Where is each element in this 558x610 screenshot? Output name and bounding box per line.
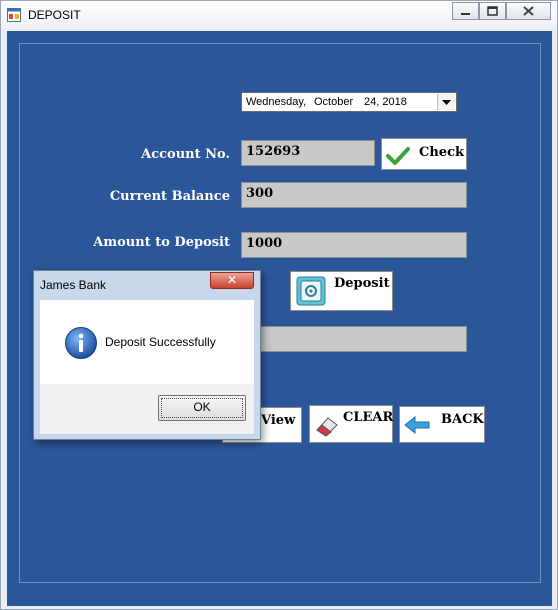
dialog-title: James Bank: [40, 278, 107, 292]
minimize-button[interactable]: [452, 2, 479, 20]
back-button[interactable]: BACK: [399, 406, 485, 443]
date-dropdown-button[interactable]: [437, 94, 455, 110]
info-icon: [65, 327, 97, 359]
date-day: Wednesday,: [246, 96, 307, 108]
date-picker[interactable]: Wednesday, October 24, 2018: [241, 92, 457, 112]
window-title: DEPOSIT: [28, 8, 81, 22]
date-day-year: 24, 2018: [364, 96, 407, 108]
close-button[interactable]: [506, 2, 551, 20]
close-icon: ✕: [226, 273, 238, 287]
view-button-label: View: [261, 413, 296, 428]
amount-to-deposit-field[interactable]: 1000: [241, 232, 467, 258]
safe-icon: [296, 276, 326, 306]
message-dialog: James Bank ✕ Deposit Successfully OK: [33, 270, 261, 440]
close-icon: [523, 6, 534, 16]
deposit-button[interactable]: Deposit: [290, 271, 393, 311]
dialog-body: Deposit Successfully OK: [40, 300, 254, 434]
account-number-field[interactable]: 152693: [241, 140, 375, 166]
ok-button-label: OK: [193, 400, 211, 414]
back-button-label: BACK: [441, 412, 484, 427]
date-month: October: [314, 96, 354, 108]
checkmark-icon: [386, 147, 410, 165]
check-button-label: Check: [419, 145, 464, 160]
title-bar[interactable]: DEPOSIT: [1, 1, 557, 29]
check-button[interactable]: Check: [381, 138, 467, 170]
eraser-icon: [316, 417, 338, 437]
app-form-icon: [7, 8, 21, 22]
clear-button[interactable]: CLEAR: [309, 405, 393, 443]
maximize-button[interactable]: [479, 2, 506, 20]
maximize-icon: [487, 6, 498, 16]
current-balance-label: Current Balance: [109, 189, 230, 204]
arrow-left-icon: [404, 415, 430, 435]
deposit-button-label: Deposit: [334, 276, 390, 291]
clear-button-label: CLEAR: [343, 410, 394, 425]
account-number-label: Account No.: [141, 147, 230, 162]
dialog-message: Deposit Successfully: [105, 335, 216, 349]
amount-to-deposit-label: Amount to Deposit: [93, 235, 230, 250]
ok-button[interactable]: OK: [158, 395, 246, 421]
dialog-close-button[interactable]: ✕: [210, 272, 254, 289]
current-balance-field[interactable]: 300: [241, 182, 467, 208]
minimize-icon: [461, 13, 470, 15]
chevron-down-icon: [442, 100, 451, 105]
new-balance-field[interactable]: [241, 326, 467, 352]
